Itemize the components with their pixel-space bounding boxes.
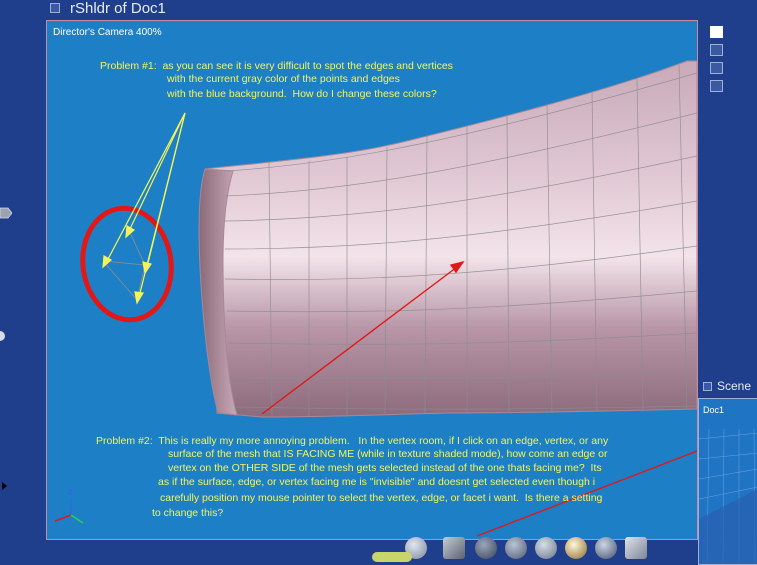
problem-2-line-1: Problem #2: This is really my more annoy… — [96, 435, 609, 447]
box-icon[interactable] — [625, 537, 647, 559]
scene-panel[interactable]: Scene Doc1 — [698, 378, 757, 565]
window-title: rShldr of Doc1 — [70, 0, 166, 17]
view-layout-toolbar — [710, 26, 724, 98]
shaded-sphere-icon[interactable] — [535, 537, 557, 559]
problem-2-line-3: vertex on the OTHER SIDE of the mesh get… — [168, 462, 602, 474]
scene-preview[interactable]: Doc1 — [698, 398, 757, 565]
problem-2-line-6: to change this? — [152, 507, 224, 519]
scene-menu-icon[interactable] — [703, 382, 712, 391]
problem-2-line-5: carefully position my mouse pointer to s… — [160, 492, 603, 504]
document-titlebar[interactable]: rShldr of Doc1 — [46, 0, 696, 18]
grid-sphere-icon[interactable] — [505, 537, 527, 559]
gold-sphere-icon[interactable] — [565, 537, 587, 559]
z-axis-label: z — [68, 487, 73, 498]
textured-sphere-icon[interactable] — [595, 537, 617, 559]
scene-panel-title: Scene — [717, 379, 752, 393]
problem-1-line-1: Problem #1: as you can see it is very di… — [100, 60, 453, 72]
3d-viewport[interactable]: Director's Camera 400% Problem #1: as yo… — [46, 20, 698, 540]
left-panel-arrow-icon[interactable] — [0, 206, 12, 220]
left-knob-icon[interactable] — [0, 330, 6, 342]
stray-vertices[interactable] — [102, 225, 146, 301]
red-circle-annotation — [80, 205, 174, 323]
problem-2-line-2: surface of the mesh that IS FACING ME (w… — [168, 448, 608, 460]
window-menu-icon[interactable] — [50, 3, 60, 13]
scene-panel-header[interactable]: Scene — [698, 378, 757, 396]
two-view-icon[interactable] — [710, 44, 723, 56]
axis-indicator — [54, 499, 84, 524]
problem-1-line-3: with the blue background. How do I chang… — [167, 88, 437, 100]
wire-sphere-icon[interactable] — [475, 537, 497, 559]
left-small-arrow-icon[interactable] — [2, 482, 7, 490]
scene-wireframe — [699, 428, 757, 564]
four-view-icon[interactable] — [710, 62, 723, 74]
problem-1-line-2: with the current gray color of the point… — [167, 73, 400, 85]
scroll-handle[interactable] — [372, 552, 412, 562]
single-view-icon[interactable] — [710, 26, 723, 38]
split-view-icon[interactable] — [710, 80, 723, 92]
problem-2-line-4: as if the surface, edge, or vertex facin… — [158, 476, 596, 488]
cube-icon[interactable] — [443, 537, 465, 559]
